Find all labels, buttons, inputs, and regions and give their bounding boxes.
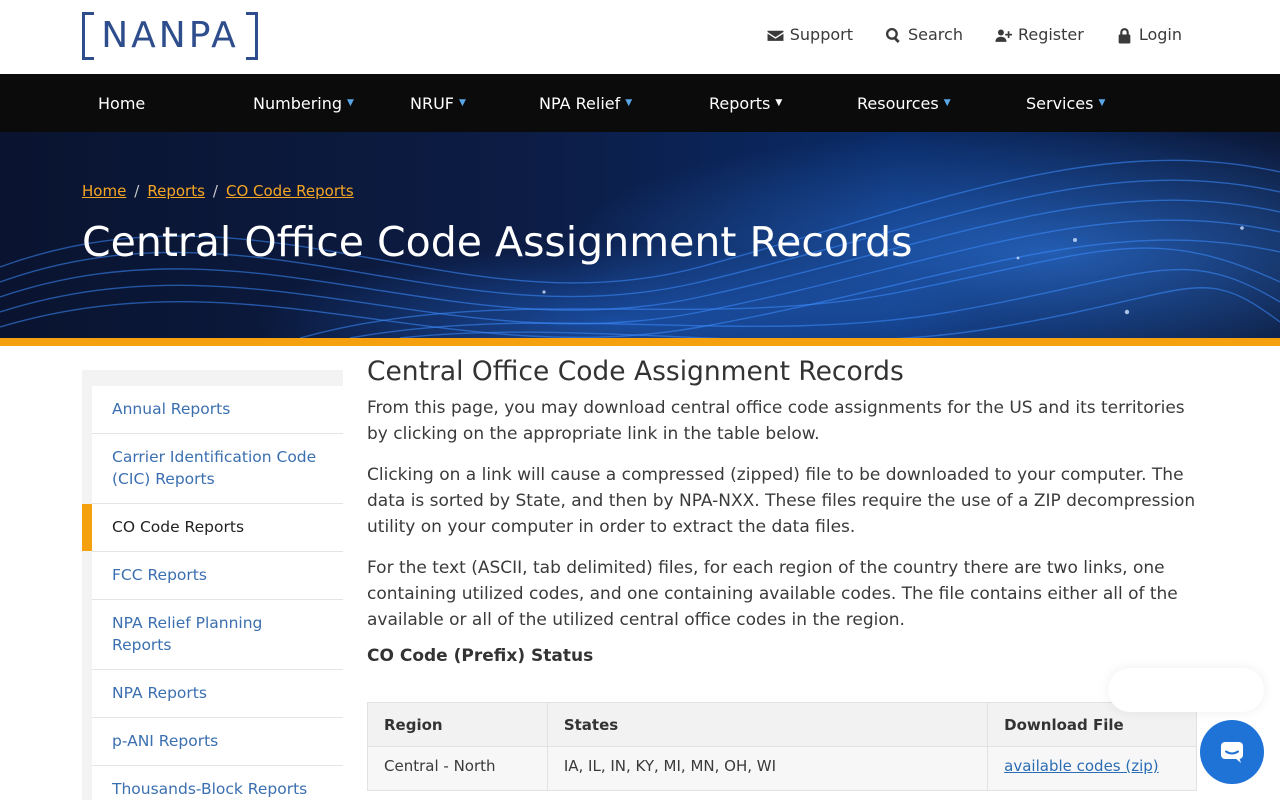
cell-states: IA, IL, IN, KY, MI, MN, OH, WI <box>546 746 989 791</box>
nav-numbering-label: Numbering <box>253 93 343 113</box>
caret-down-icon: ▼ <box>625 98 633 108</box>
table-row: Central - North IA, IL, IN, KY, MI, MN, … <box>367 746 1197 791</box>
accent-divider <box>0 338 1280 346</box>
sidebar-list: Annual Reports Carrier Identification Co… <box>82 386 343 800</box>
sidebar-item-fcc-reports[interactable]: FCC Reports <box>92 552 343 600</box>
nav-home[interactable]: Home <box>98 74 217 132</box>
main-content: Central Office Code Assignment Records F… <box>367 355 1197 668</box>
sidebar-item-npa-relief-planning-reports[interactable]: NPA Relief Planning Reports <box>92 600 343 670</box>
chat-launcher-button[interactable] <box>1200 720 1264 784</box>
breadcrumb: Home / Reports / CO Code Reports <box>82 182 354 200</box>
chat-greeting-bubble[interactable] <box>1108 668 1264 712</box>
lock-icon <box>1118 27 1131 43</box>
sidebar-item-p-ani-reports[interactable]: p-ANI Reports <box>92 718 343 766</box>
nav-resources[interactable]: Resources ▼ <box>857 74 987 132</box>
sidebar-item-annual-reports[interactable]: Annual Reports <box>92 386 343 434</box>
nanpa-logo[interactable]: NANPA <box>82 12 258 62</box>
register-link[interactable]: Register <box>995 24 1084 46</box>
breadcrumb-separator: / <box>134 182 140 200</box>
login-link[interactable]: Login <box>1116 24 1182 46</box>
support-link[interactable]: Support <box>767 24 853 46</box>
search-label: Search <box>907 25 963 44</box>
register-label: Register <box>1017 25 1084 44</box>
caret-down-icon: ▼ <box>459 98 466 108</box>
sidebar-item-thousands-block-reports[interactable]: Thousands-Block Reports <box>92 766 343 800</box>
sidebar-item-npa-reports[interactable]: NPA Reports <box>92 670 343 718</box>
chat-icon <box>1221 742 1243 763</box>
breadcrumb-separator: / <box>212 182 218 200</box>
nav-home-label: Home <box>98 93 146 113</box>
search-link[interactable]: Search <box>885 24 963 46</box>
caret-down-icon: ▼ <box>1098 98 1106 108</box>
sidebar: Annual Reports Carrier Identification Co… <box>82 370 343 800</box>
nav-npa-relief-label: NPA Relief <box>539 93 621 113</box>
cell-region: Central - North <box>367 746 548 791</box>
column-header-region: Region <box>367 702 548 747</box>
hero-banner: Home / Reports / CO Code Reports Central… <box>0 132 1280 338</box>
nav-nruf[interactable]: NRUF ▼ <box>410 74 500 132</box>
sidebar-item-label: CO Code Reports <box>112 518 245 536</box>
intro-paragraph: From this page, you may download central… <box>367 398 1185 444</box>
breadcrumb-home[interactable]: Home <box>82 182 126 200</box>
nav-npa-relief[interactable]: NPA Relief ▼ <box>539 74 669 132</box>
breadcrumb-reports[interactable]: Reports <box>147 182 205 200</box>
breadcrumb-co-code-reports[interactable]: CO Code Reports <box>226 182 354 200</box>
nav-reports[interactable]: Reports ▼ <box>709 74 817 132</box>
logo-bracket-right <box>246 12 258 60</box>
main-navigation: Home Numbering ▼ NRUF ▼ NPA Relief ▼ Report… <box>0 74 1280 132</box>
caret-down-icon: ▼ <box>775 98 783 108</box>
utility-nav: Support Search Register Login <box>767 24 1182 46</box>
section-heading: CO Code (Prefix) Status <box>367 646 594 666</box>
cell-download: available codes (zip) <box>987 746 1197 791</box>
nav-reports-label: Reports <box>709 93 771 113</box>
nav-numbering[interactable]: Numbering ▼ <box>253 74 370 132</box>
active-indicator <box>82 504 92 551</box>
login-label: Login <box>1138 25 1182 44</box>
support-label: Support <box>789 25 853 44</box>
site-header: NANPA Support Search Register Login <box>0 0 1280 74</box>
envelope-icon <box>767 30 784 41</box>
nav-services[interactable]: Services ▼ <box>1026 74 1136 132</box>
page-title: Central Office Code Assignment Records <box>82 218 913 266</box>
search-icon <box>885 27 900 43</box>
logo-text: NANPA <box>101 15 239 56</box>
download-available-codes-link[interactable]: available codes (zip) <box>1004 757 1159 775</box>
download-info-paragraph: Clicking on a link will cause a compress… <box>367 465 1196 537</box>
caret-down-icon: ▼ <box>943 98 951 108</box>
user-plus-icon <box>995 29 1012 42</box>
sidebar-item-cic-reports[interactable]: Carrier Identification Code (CIC) Report… <box>92 434 343 504</box>
co-code-status-table: Region States Download File Central - No… <box>367 702 1197 791</box>
nav-nruf-label: NRUF <box>410 93 454 113</box>
nav-services-label: Services <box>1026 93 1094 113</box>
column-header-states: States <box>546 702 989 747</box>
table-header-row: Region States Download File <box>367 702 1197 747</box>
text-files-paragraph: For the text (ASCII, tab delimited) file… <box>367 558 1178 630</box>
content-title: Central Office Code Assignment Records <box>367 356 904 387</box>
nav-resources-label: Resources <box>857 93 939 113</box>
sidebar-item-co-code-reports[interactable]: CO Code Reports <box>82 504 343 552</box>
caret-down-icon: ▼ <box>347 98 354 108</box>
